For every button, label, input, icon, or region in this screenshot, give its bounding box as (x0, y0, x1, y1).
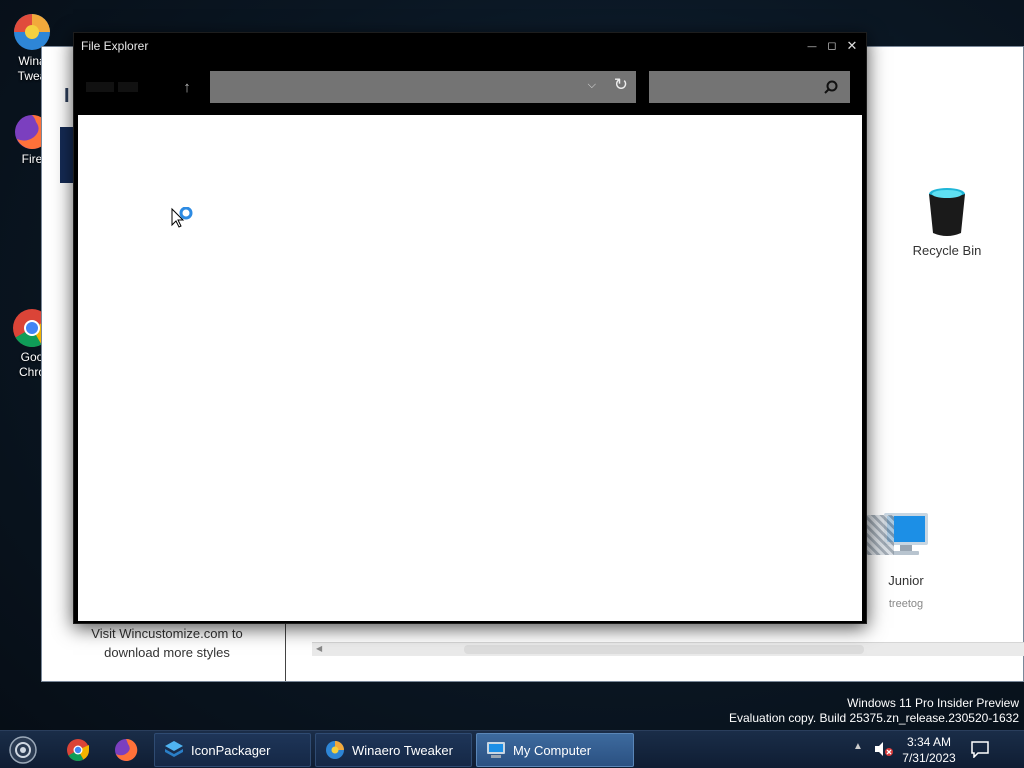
icon-author: treetog (888, 598, 924, 610)
content-area[interactable] (78, 115, 862, 621)
iconpackager-icon (165, 741, 183, 757)
scroll-left-arrow-icon[interactable]: ◀ (316, 644, 322, 653)
taskbar-app-iconpackager[interactable]: IconPackager (154, 733, 311, 767)
recycle-bin-icon (929, 188, 965, 236)
firefox-icon (115, 738, 138, 761)
taskbar-app-label: IconPackager (191, 742, 271, 758)
taskbar-app-label: Winaero Tweaker (352, 742, 453, 758)
pinned-firefox[interactable] (110, 733, 142, 767)
back-forward-buttons[interactable] (86, 79, 152, 93)
search-icon[interactable] (824, 80, 838, 94)
taskbar-app-my-computer[interactable]: My Computer (476, 733, 634, 767)
pinned-chrome[interactable] (62, 733, 94, 767)
chrome-icon (67, 739, 89, 761)
busy-cursor-icon (171, 207, 193, 228)
search-input[interactable] (655, 77, 805, 97)
arrow-up-icon: ↑ (183, 79, 191, 96)
refresh-icon[interactable]: ↻ (614, 75, 628, 95)
partial-icon-preview (864, 515, 894, 555)
window-title: File Explorer (81, 39, 149, 53)
taskbar-app-winaero-tweaker[interactable]: Winaero Tweaker (315, 733, 472, 767)
taskbar: IconPackager Winaero Tweaker My Computer… (0, 730, 1024, 768)
recycle-bin-label: Recycle Bin (912, 243, 982, 258)
icon-label: Junior (888, 573, 924, 588)
clock[interactable]: 3:34 AM 7/31/2023 (896, 734, 962, 768)
minimize-button[interactable]: — (802, 37, 822, 55)
back-button[interactable] (86, 82, 114, 92)
recycle-bin-preview[interactable]: Recycle Bin (902, 187, 992, 258)
address-bar[interactable]: ⌵ ↻ (210, 71, 636, 103)
scrollbar-thumb[interactable] (464, 645, 864, 654)
watermark-line-1: Windows 11 Pro Insider Preview (847, 696, 1019, 710)
address-input[interactable] (216, 77, 566, 97)
search-box[interactable] (649, 71, 850, 103)
notification-center-button[interactable] (970, 740, 994, 768)
winaero-tweaker-icon (326, 741, 344, 759)
watermark-line-2: Evaluation copy. Build 25375.zn_release.… (729, 711, 1019, 725)
pane-heading-letter: I (64, 85, 70, 107)
clock-date: 7/31/2023 (902, 751, 956, 765)
clock-time: 3:34 AM (906, 735, 952, 749)
notification-icon (971, 741, 989, 759)
title-bar[interactable]: File Explorer — ◻ ✕ (74, 33, 866, 59)
speaker-muted-icon (875, 742, 893, 756)
close-button[interactable]: ✕ (842, 37, 862, 55)
taskbar-app-label: My Computer (513, 742, 592, 758)
up-button[interactable]: ↑ (176, 77, 198, 99)
promo-text[interactable]: Visit Wincustomize.com to download more … (82, 624, 252, 662)
start-button[interactable] (6, 733, 40, 767)
forward-button[interactable] (118, 82, 139, 92)
horizontal-scrollbar[interactable]: ◀ (312, 642, 1024, 656)
chevron-down-icon[interactable]: ⌵ (588, 79, 596, 92)
maximize-button[interactable]: ◻ (822, 37, 842, 55)
start-orb-icon (9, 736, 37, 764)
volume-muted-button[interactable] (874, 741, 894, 768)
show-hidden-icons-button[interactable]: ▲ (853, 741, 863, 768)
evaluation-watermark: Windows 11 Pro Insider Preview Evaluatio… (729, 696, 1019, 726)
file-explorer-window[interactable]: File Explorer — ◻ ✕ ↑ ⌵ ↻ (73, 32, 867, 624)
my-computer-icon (487, 742, 505, 758)
